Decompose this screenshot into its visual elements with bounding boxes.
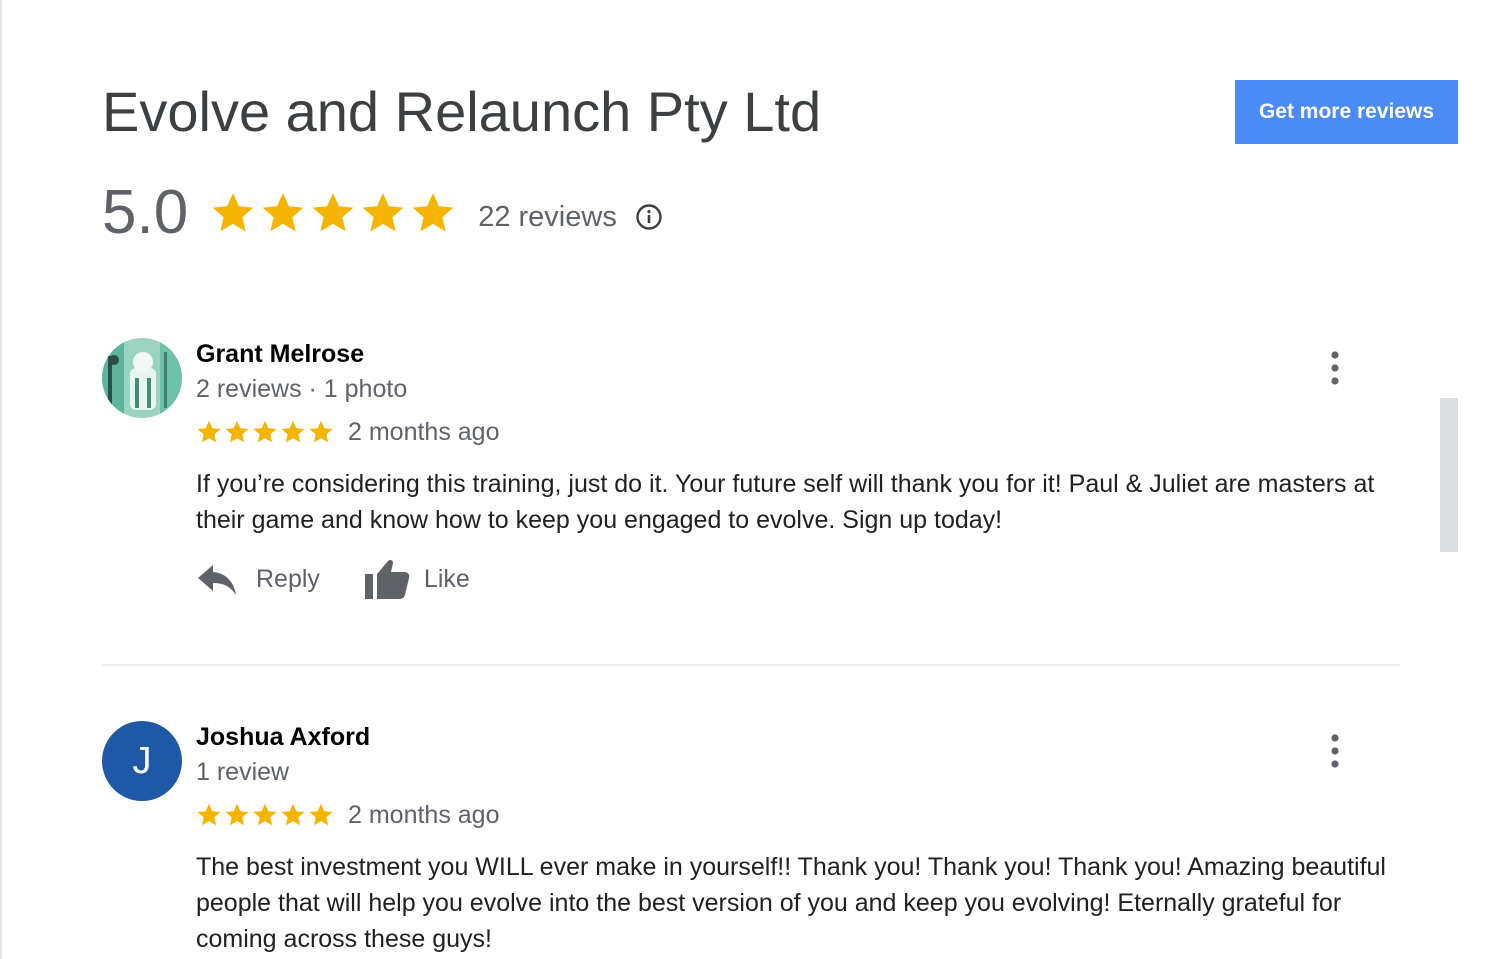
- review-date: 2 months ago: [348, 801, 500, 829]
- star-icon: [253, 420, 277, 443]
- reply-icon: [198, 565, 236, 595]
- reply-label: Reply: [256, 564, 320, 593]
- get-more-reviews-button[interactable]: Get more reviews: [1235, 80, 1458, 144]
- average-rating: 5.0: [102, 178, 189, 247]
- thumbs-up-icon: [364, 559, 410, 599]
- star-icon: [362, 193, 404, 232]
- scrollbar-thumb[interactable]: [1440, 398, 1458, 552]
- rating-summary: 5.0 22 reviews: [102, 178, 663, 248]
- like-button[interactable]: Like: [364, 558, 470, 600]
- more-vert-icon[interactable]: [1320, 731, 1350, 771]
- star-icon: [197, 803, 221, 826]
- review-card: Grant Melrose 2 reviews · 1 photo 2 mont…: [102, 338, 1402, 628]
- reviewer-avatar[interactable]: J: [102, 721, 182, 801]
- average-rating-stars: [210, 190, 456, 236]
- review-text: If you’re considering this training, jus…: [196, 470, 1375, 534]
- review-text: The best investment you WILL ever make i…: [196, 853, 1386, 953]
- star-icon: [309, 420, 333, 443]
- reviewer-avatar[interactable]: [102, 338, 182, 418]
- review-card: J Joshua Axford 1 review 2 months ago Th…: [102, 721, 1402, 959]
- review-count: 22 reviews: [478, 200, 617, 233]
- star-icon: [281, 420, 305, 443]
- reply-button[interactable]: Reply: [196, 562, 320, 596]
- star-icon: [225, 420, 249, 443]
- info-icon[interactable]: [635, 203, 663, 231]
- star-icon: [212, 193, 254, 232]
- business-title: Evolve and Relaunch Pty Ltd: [102, 80, 822, 143]
- review-rating-stars: [196, 802, 334, 828]
- star-icon: [262, 193, 304, 232]
- star-icon: [309, 803, 333, 826]
- star-icon: [197, 420, 221, 443]
- star-icon: [281, 803, 305, 826]
- reviewer-meta: 1 review: [196, 758, 290, 786]
- star-icon: [253, 803, 277, 826]
- reviewer-meta: 2 reviews · 1 photo: [196, 375, 408, 403]
- more-vert-icon[interactable]: [1320, 348, 1350, 388]
- star-icon: [225, 803, 249, 826]
- review-divider: [102, 664, 1400, 666]
- review-actions: Reply Like: [196, 558, 470, 600]
- page-left-border: [0, 0, 2, 959]
- review-rating-stars: [196, 419, 334, 445]
- star-icon: [312, 193, 354, 232]
- reviewer-name[interactable]: Joshua Axford: [196, 721, 370, 753]
- reviewer-name[interactable]: Grant Melrose: [196, 338, 364, 370]
- like-label: Like: [423, 564, 470, 593]
- star-icon: [412, 193, 454, 232]
- review-date: 2 months ago: [348, 418, 500, 446]
